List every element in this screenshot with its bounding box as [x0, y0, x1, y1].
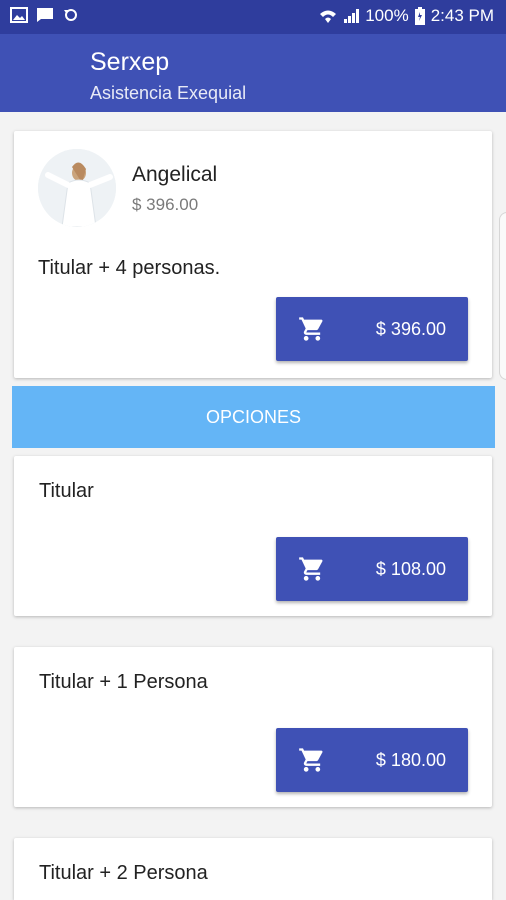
- option-title: Titular: [39, 480, 94, 502]
- message-icon: [37, 8, 53, 22]
- wifi-icon: [320, 10, 337, 23]
- cart-icon: [299, 748, 323, 772]
- scroll-handle[interactable]: [499, 212, 506, 380]
- app-bar: Serxep Asistencia Exequial: [0, 34, 506, 112]
- sync-icon: [64, 9, 77, 21]
- plan-name: Angelical: [132, 163, 218, 186]
- option-buy-button-label: $ 108.00: [375, 559, 446, 579]
- plan-card: Angelical $ 396.00 Titular + 4 personas.…: [14, 131, 492, 378]
- option-title: Titular + 1 Persona: [39, 671, 208, 693]
- app-title: Serxep: [90, 48, 170, 76]
- battery-percentage: 100%: [365, 6, 409, 25]
- option-card: Titular + 2 Persona: [14, 838, 492, 900]
- signal-icon: [344, 9, 360, 23]
- status-bar: 100% 2:43 PM: [0, 0, 506, 34]
- cart-icon: [299, 317, 323, 341]
- cart-icon: [299, 557, 323, 581]
- avatar: [38, 149, 116, 227]
- app-subtitle: Asistencia Exequial: [90, 83, 247, 103]
- buy-plan-button[interactable]: $ 396.00: [276, 297, 468, 361]
- option-buy-button-label: $ 180.00: [375, 750, 446, 770]
- option-buy-button[interactable]: $ 108.00: [276, 537, 468, 601]
- options-header: OPCIONES: [12, 386, 495, 448]
- option-card: Titular $ 108.00: [14, 456, 492, 616]
- image-icon: [10, 7, 28, 23]
- clock: 2:43 PM: [430, 6, 494, 25]
- option-card: Titular + 1 Persona $ 180.00: [14, 647, 492, 807]
- plan-description: Titular + 4 personas.: [38, 257, 221, 279]
- option-buy-button[interactable]: $ 180.00: [276, 728, 468, 792]
- plan-price: $ 396.00: [132, 195, 199, 214]
- battery-icon: [414, 7, 425, 25]
- person-photo-icon: [38, 149, 116, 227]
- option-title: Titular + 2 Persona: [39, 862, 208, 884]
- buy-plan-button-label: $ 396.00: [375, 319, 446, 339]
